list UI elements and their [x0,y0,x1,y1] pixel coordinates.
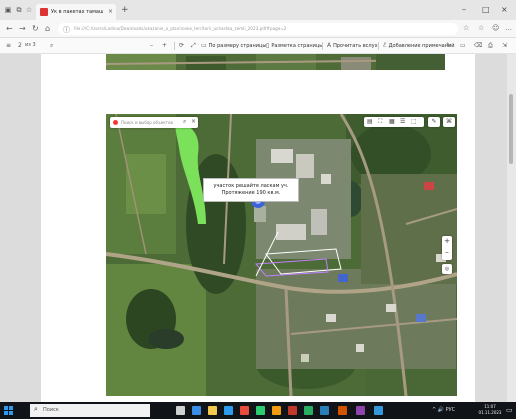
map-tools-group: ▤ ⛶ ▦ ☰ ⬚ [364,117,424,127]
taskbar-clock[interactable]: 11:07 01.11.2023 [476,404,504,416]
contents-menu-icon[interactable]: ≡ [6,42,11,49]
collections-icon[interactable]: ☆ [478,24,484,32]
address-bar-row: ← → ↻ ⌂ ⓘ file:///C:/Users/Ladina/Downlo… [0,20,516,38]
taskbar-search-box[interactable]: ⌕ Поиск [30,404,150,417]
add-text-icon: ℰ [383,42,387,49]
pdf-app-icon[interactable] [338,406,347,415]
page-number-input[interactable]: 2 [18,42,22,49]
map-tool-panorama-icon[interactable]: ▦ [389,118,395,125]
chrome-app-icon[interactable] [256,406,265,415]
minimize-button[interactable]: – [462,5,466,14]
start-button[interactable] [4,406,13,415]
system-tray[interactable]: ^ 🔊 РУС [432,407,455,413]
map-tool-menu-icon[interactable]: ☰ [400,118,405,125]
favorite-star-icon[interactable]: ☆ [463,24,469,32]
toolbar-divider [174,42,175,50]
forward-button[interactable]: → [19,24,26,33]
map-ruler-button[interactable]: ✎ [428,117,440,127]
window-menu-icon[interactable]: ▣ [4,6,12,14]
pin-toolbar-icon[interactable]: ⇲ [502,42,507,49]
satellite-map-image-previous [106,54,445,70]
url-field[interactable]: ⓘ file:///C:/Users/Ladina/Downloads/ukaz… [58,23,458,35]
map-zoom-out-button[interactable]: – [442,248,452,256]
tab-active[interactable]: Ук в пакетах тамаш ждй × [36,4,116,20]
opera-app-icon[interactable] [288,406,297,415]
yandex-app-icon[interactable] [272,406,281,415]
find-icon[interactable]: ⌕ [50,42,53,50]
map-search-input[interactable]: Поиск и выбор объектов [121,120,173,125]
map-tool-traffic-icon[interactable]: ▤ [367,118,373,125]
page-total: из 3 [25,42,36,48]
notification-center-icon[interactable]: ▭ [506,406,513,414]
browser-app-icon[interactable] [374,406,383,415]
windows-taskbar: ⌕ Поиск ^ 🔊 РУС 11:07 01.11.2023 ▭ [0,402,516,419]
toolbar-divider [378,42,379,50]
new-tab-button[interactable]: + [121,5,129,15]
map-layers-button[interactable]: ⌘ [443,117,455,127]
page-view-button[interactable]: ▯ Разметка страницы [266,42,323,50]
pdf-toolbar: ≡ 2 из 3 ⌕ – + ⟳ ⤢ ▭ По размеру страницы … [0,38,516,54]
pdf-document-area[interactable]: Поиск и выбор объектов ⌕ × ▤ ⛶ ▦ ☰ ⬚ ✎ ⌘… [0,54,516,402]
map-zoom-control: + – [442,236,452,260]
taskbar-search-placeholder: Поиск [43,407,59,413]
file-explorer-icon[interactable] [208,406,217,415]
map-locate-button[interactable]: ◎ [442,264,452,274]
site-info-icon[interactable]: ⓘ [63,25,70,35]
back-button[interactable]: ← [6,24,13,33]
windows-logo-icon [4,406,8,410]
map-tool-fullscreen-icon[interactable]: ⛶ [378,118,382,126]
page-view-icon: ▯ [266,42,270,49]
media-app-icon[interactable] [356,406,365,415]
add-notes-button[interactable]: ℰ Добавление примечаний [383,42,454,50]
fit-page-icon: ▭ [201,42,207,49]
fit-page-button[interactable]: ▭ По размеру страницы [201,42,266,50]
highlight-icon[interactable]: ▭ [460,42,466,49]
map-tool-frame-icon[interactable]: ⬚ [411,118,417,125]
map-search-box[interactable]: Поиск и выбор объектов ⌕ × [110,117,198,128]
favorites-icon[interactable]: ☆ [25,6,33,14]
tab-title: Ук в пакетах тамаш ждй [51,9,103,15]
tab-close-icon[interactable]: × [108,8,113,15]
erase-icon[interactable]: ⌫ [474,42,482,49]
word-app-icon[interactable] [320,406,329,415]
excel-app-icon[interactable] [304,406,313,415]
plot-label-line1: участок решайте ласкам уч. [213,183,289,189]
fit-icon[interactable]: ⤢ [191,42,196,50]
draw-icon[interactable]: ✎ [446,42,451,49]
zoom-out-button[interactable]: – [150,42,153,49]
edge-app-icon[interactable] [192,406,201,415]
clock-date: 01.11.2023 [478,410,502,415]
store-app-icon[interactable] [224,406,233,415]
map-zoom-in-button[interactable]: + [442,237,452,245]
maximize-button[interactable]: □ [482,5,490,14]
pdf-favicon-icon [40,8,48,16]
settings-more-icon[interactable]: … [505,24,512,32]
map-logo-icon [113,120,118,125]
read-aloud-button[interactable]: A Прочитать вслух [327,42,378,50]
toolbar-divider [322,42,323,50]
taskbar-search-icon: ⌕ [34,405,38,413]
profile-icon[interactable]: ☺ [492,24,499,32]
print-icon[interactable]: ⎙ [488,42,493,50]
url-text: file:///C:/Users/Ladina/Downloads/ukazan… [74,26,287,31]
close-window-button[interactable]: × [501,5,508,14]
home-button[interactable]: ⌂ [45,24,50,33]
scrollbar-thumb[interactable] [509,94,513,164]
browser-tab-strip: ▣ ⧉ ☆ Ук в пакетах тамаш ждй × + – □ × [0,0,516,20]
plot-label-line2: Протяжение 190 кв.м. [221,190,281,196]
tab-actions-icon[interactable]: ⧉ [15,6,23,14]
map-clear-icon[interactable]: × [191,118,196,125]
reload-button[interactable]: ↻ [32,24,39,33]
map-plot-callout: участок решайте ласкам уч. Протяжение 19… [203,178,299,202]
satellite-map-image[interactable]: Поиск и выбор объектов ⌕ × ▤ ⛶ ▦ ☰ ⬚ ✎ ⌘… [106,114,457,396]
mail-app-icon[interactable] [240,406,249,415]
rotate-icon[interactable]: ⟳ [179,42,184,49]
task-view-icon[interactable] [176,406,185,415]
read-aloud-icon: A [327,42,332,49]
zoom-in-button[interactable]: + [162,42,167,49]
map-search-icon[interactable]: ⌕ [183,118,186,126]
